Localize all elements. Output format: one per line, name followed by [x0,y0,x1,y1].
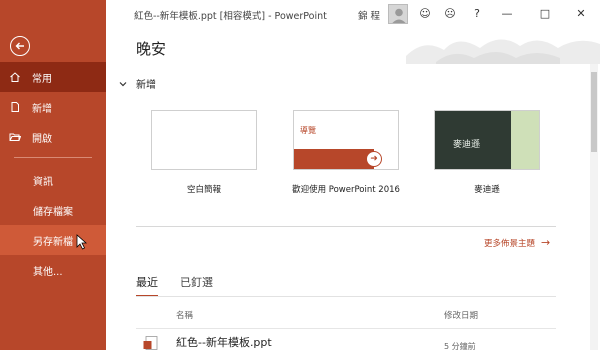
vertical-scrollbar[interactable] [590,64,598,350]
arrow-right-icon: → [541,236,551,249]
minimize-icon[interactable]: — [498,4,516,22]
sidebar-item-save[interactable]: 儲存檔案 [0,195,106,225]
section-divider [136,226,556,227]
sidebar-item-home[interactable]: 常用 [0,62,106,92]
template-thumbnail [151,110,257,170]
column-header-modified[interactable]: 修改日期 [444,309,478,321]
arrow-circle-icon: ➜ [366,151,382,167]
template-thumbnail: 麥迪遜 [434,110,540,170]
template-blank[interactable]: 空白簡報 [144,110,264,195]
backstage-sidebar: 常用 新增 開啟 資訊 儲存檔案 另存新檔 其他... [0,0,106,350]
mouse-cursor-icon [76,234,88,250]
tabs-divider [136,296,556,297]
sidebar-item-save-as[interactable]: 另存新檔 [0,225,106,255]
recent-tabs: 最近 已釘選 [136,274,235,297]
user-name[interactable]: 錦 程 [358,8,380,22]
help-icon[interactable]: ? [468,4,486,22]
thumbnail-side-panel [511,111,539,169]
sidebar-item-label: 資訊 [33,176,53,188]
back-arrow-icon[interactable] [10,36,30,56]
ppt-file-icon [143,336,158,350]
template-welcome[interactable]: 導覽 ➜ 歡迎使用 PowerPoint 2016 [286,110,406,195]
sidebar-item-label: 開啟 [32,133,52,145]
header-decoration [106,28,600,64]
header-divider [136,328,556,329]
file-name: 紅色--新年模板.ppt [176,336,272,349]
sidebar-item-new[interactable]: 新增 [0,92,106,122]
avatar[interactable] [388,4,408,24]
tab-recent[interactable]: 最近 [136,274,158,297]
chevron-down-icon [119,81,127,86]
column-header-name[interactable]: 名稱 [176,309,193,321]
sidebar-item-label: 另存新檔 [33,236,73,248]
template-caption: 空白簡報 [186,185,221,195]
smile-feedback-icon[interactable]: ☺ [416,4,434,22]
new-section-header[interactable]: 新增 [118,76,156,91]
thumbnail-text: 導覽 [300,126,316,135]
sidebar-item-label: 儲存檔案 [33,206,73,218]
window-title: 紅色--新年模板.ppt [相容模式] - PowerPoint [134,11,327,22]
more-themes-link[interactable]: 更多佈景主題 → [484,236,550,249]
sidebar-item-more[interactable]: 其他... [0,255,106,285]
title-bar: 紅色--新年模板.ppt [相容模式] - PowerPoint 錦 程 ☺ ☹… [106,0,600,28]
template-caption: 麥迪遜 [474,185,500,195]
greeting-heading: 晚安 [136,40,167,58]
new-document-icon [8,100,22,114]
section-title: 新增 [136,80,156,91]
more-themes-label: 更多佈景主題 [484,238,536,249]
home-icon [8,70,22,84]
sidebar-divider [14,157,92,158]
scroll-thumb[interactable] [591,72,597,152]
sidebar-item-label: 新增 [32,103,52,115]
sidebar-item-open[interactable]: 開啟 [0,122,106,152]
maximize-icon[interactable]: □ [536,4,554,22]
template-madison[interactable]: 麥迪遜 麥迪遜 [427,110,547,195]
tab-pinned[interactable]: 已釘選 [180,274,213,297]
sidebar-item-info[interactable]: 資訊 [0,165,106,195]
template-thumbnail: 導覽 ➜ [293,110,399,170]
sidebar-item-label: 常用 [32,73,52,85]
close-icon[interactable]: ✕ [572,4,590,22]
folder-open-icon [8,130,22,144]
thumbnail-banner [294,149,374,169]
file-modified: 5 分鐘前 [444,342,476,350]
frown-feedback-icon[interactable]: ☹ [441,4,459,22]
sidebar-item-label: 其他... [33,266,63,278]
thumbnail-text: 麥迪遜 [453,140,481,150]
template-caption: 歡迎使用 PowerPoint 2016 [292,185,400,195]
